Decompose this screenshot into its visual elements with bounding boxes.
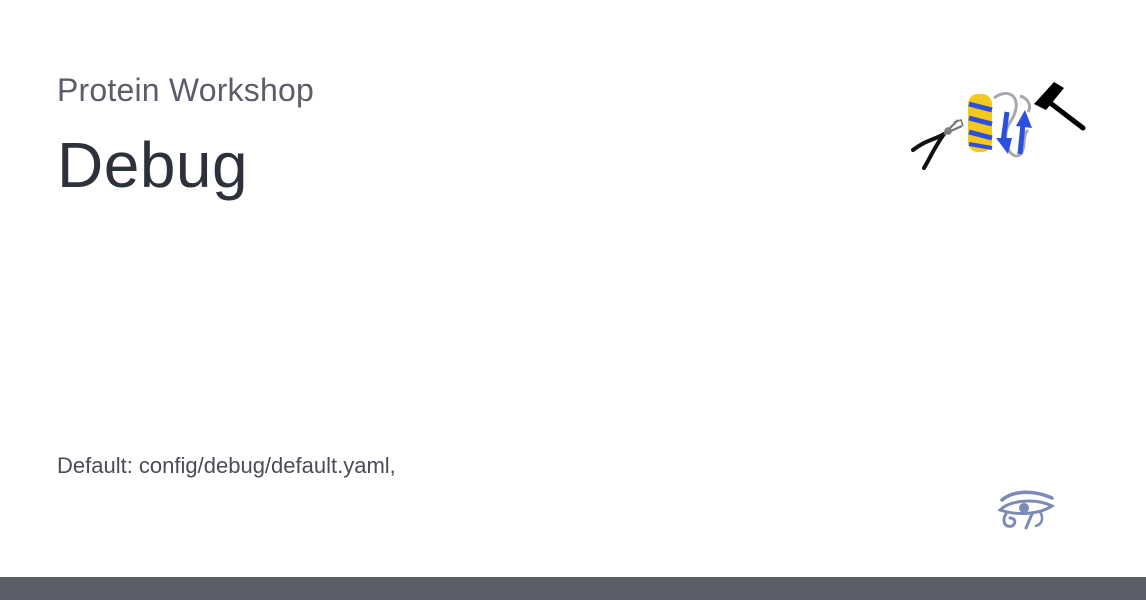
page-title: Debug [57,129,249,201]
pliers-icon [911,119,964,170]
default-config-text: Default: config/debug/default.yaml, [57,453,396,478]
eye-of-horus-icon [997,490,1055,530]
alpha-helix-icon [968,94,993,152]
footer-bar [0,577,1146,600]
hammer-icon [1034,82,1086,131]
protein-workshop-logo-icon [911,82,1086,170]
site-name: Protein Workshop [57,72,314,108]
